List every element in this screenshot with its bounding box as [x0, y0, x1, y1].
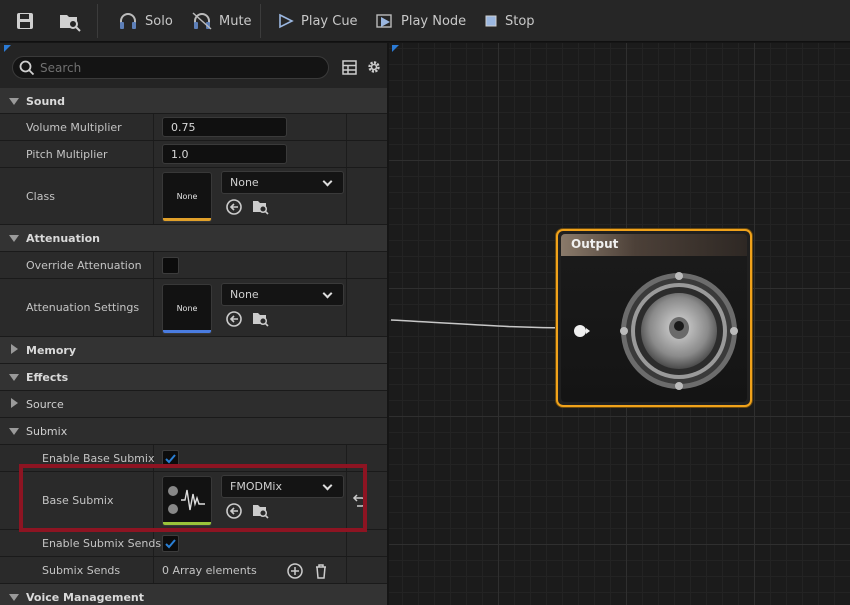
input-pin[interactable] [574, 325, 586, 337]
pitch-multiplier-label: Pitch Multiplier [26, 148, 108, 161]
category-effects[interactable]: Effects [0, 364, 387, 391]
toolbar: Solo Mute Play Cue Play Node Stop [0, 0, 850, 42]
property-row-attenuation-settings: Attenuation Settings None None [0, 279, 387, 337]
property-row-pitch: Pitch Multiplier 1.0 [0, 141, 387, 168]
expand-arrow-icon [11, 344, 18, 354]
save-icon [17, 13, 33, 29]
play-cue-label: Play Cue [301, 13, 358, 29]
category-effects-label: Effects [26, 371, 69, 384]
trash-icon[interactable] [312, 562, 330, 580]
override-attenuation-checkbox[interactable] [162, 257, 179, 274]
headphones-icon [120, 13, 136, 29]
submix-sends-label: Submix Sends [42, 564, 121, 577]
play-cue-button[interactable]: Play Cue [278, 0, 358, 42]
category-memory-label: Memory [26, 344, 77, 357]
speaker-icon [620, 272, 738, 390]
class-dropdown-value: None [230, 176, 259, 189]
collapse-arrow-icon [9, 98, 19, 105]
save-button[interactable] [14, 0, 36, 42]
override-attenuation-label: Override Attenuation [26, 259, 142, 272]
collapse-arrow-icon [9, 594, 19, 601]
checkmark-icon [165, 539, 176, 549]
enable-submix-sends-label: Enable Submix Sends [42, 537, 162, 550]
chevron-down-icon [322, 176, 333, 187]
stop-label: Stop [505, 13, 535, 29]
stop-icon [485, 15, 497, 27]
add-element-icon[interactable] [286, 562, 304, 580]
property-row-enable-submix-sends: Enable Submix Sends [0, 530, 387, 557]
class-dropdown[interactable]: None [221, 171, 344, 194]
chevron-down-icon [322, 288, 333, 299]
volume-multiplier-label: Volume Multiplier [26, 121, 122, 134]
play-node-label: Play Node [401, 13, 467, 29]
category-voice-management-label: Voice Management [26, 591, 145, 604]
search-box[interactable] [12, 56, 329, 79]
search-icon [19, 60, 35, 76]
subcategory-source[interactable]: Source [0, 391, 387, 418]
search-input[interactable] [40, 59, 310, 76]
play-node-button[interactable]: Play Node [376, 0, 466, 42]
panel-corner-marker [4, 45, 11, 52]
browse-asset-icon[interactable] [251, 198, 269, 216]
solo-label: Solo [145, 13, 173, 29]
attenuation-thumbnail-text: None [176, 304, 198, 313]
submix-sends-count: 0 Array elements [162, 564, 257, 577]
enable-submix-sends-checkbox[interactable] [162, 535, 179, 552]
class-thumbnail-text: None [176, 192, 198, 201]
category-attenuation-label: Attenuation [26, 232, 100, 245]
property-row-submix-sends: Submix Sends 0 Array elements [0, 557, 387, 584]
attenuation-thumbnail[interactable]: None [162, 284, 212, 334]
output-node-title: Output [561, 234, 747, 256]
graph-corner-marker [392, 45, 399, 52]
expand-arrow-icon [11, 398, 18, 408]
mute-label: Mute [219, 13, 252, 29]
browse-button[interactable] [58, 0, 82, 42]
category-sound[interactable]: Sound [0, 88, 387, 114]
play-node-icon [376, 14, 392, 28]
collapse-arrow-icon [9, 428, 19, 435]
category-memory[interactable]: Memory [0, 337, 387, 364]
property-row-volume: Volume Multiplier 0.75 [0, 114, 387, 141]
browse-asset-icon[interactable] [251, 310, 269, 328]
collapse-arrow-icon [9, 374, 19, 381]
base-submix-highlight [19, 464, 367, 532]
class-thumbnail[interactable]: None [162, 172, 212, 222]
subcategory-submix[interactable]: Submix [0, 418, 387, 445]
property-row-class: Class None None [0, 168, 387, 225]
play-icon [279, 13, 294, 29]
mute-button[interactable]: Mute [192, 0, 252, 42]
collapse-arrow-icon [9, 235, 19, 242]
attenuation-settings-label: Attenuation Settings [26, 301, 140, 314]
browse-icon [60, 15, 81, 32]
volume-multiplier-field[interactable]: 0.75 [162, 117, 287, 137]
property-row-override-attenuation: Override Attenuation [0, 252, 387, 279]
stop-button[interactable]: Stop [484, 0, 535, 42]
attenuation-dropdown-value: None [230, 288, 259, 301]
subcategory-submix-label: Submix [26, 425, 68, 438]
table-view-icon[interactable] [342, 60, 357, 75]
pitch-multiplier-field[interactable]: 1.0 [162, 144, 287, 164]
category-attenuation[interactable]: Attenuation [0, 225, 387, 252]
subcategory-source-label: Source [26, 398, 64, 411]
settings-gear-icon[interactable] [366, 59, 382, 75]
class-label: Class [26, 190, 55, 203]
solo-button[interactable]: Solo [118, 0, 173, 42]
output-node[interactable]: Output [556, 229, 752, 407]
pin-arrow-icon [586, 328, 590, 334]
attenuation-dropdown[interactable]: None [221, 283, 344, 306]
use-selected-arrow-icon[interactable] [225, 198, 243, 216]
category-voice-management[interactable]: Voice Management [0, 584, 387, 605]
mute-icon [192, 12, 212, 30]
category-sound-label: Sound [26, 95, 66, 108]
use-selected-arrow-icon[interactable] [225, 310, 243, 328]
